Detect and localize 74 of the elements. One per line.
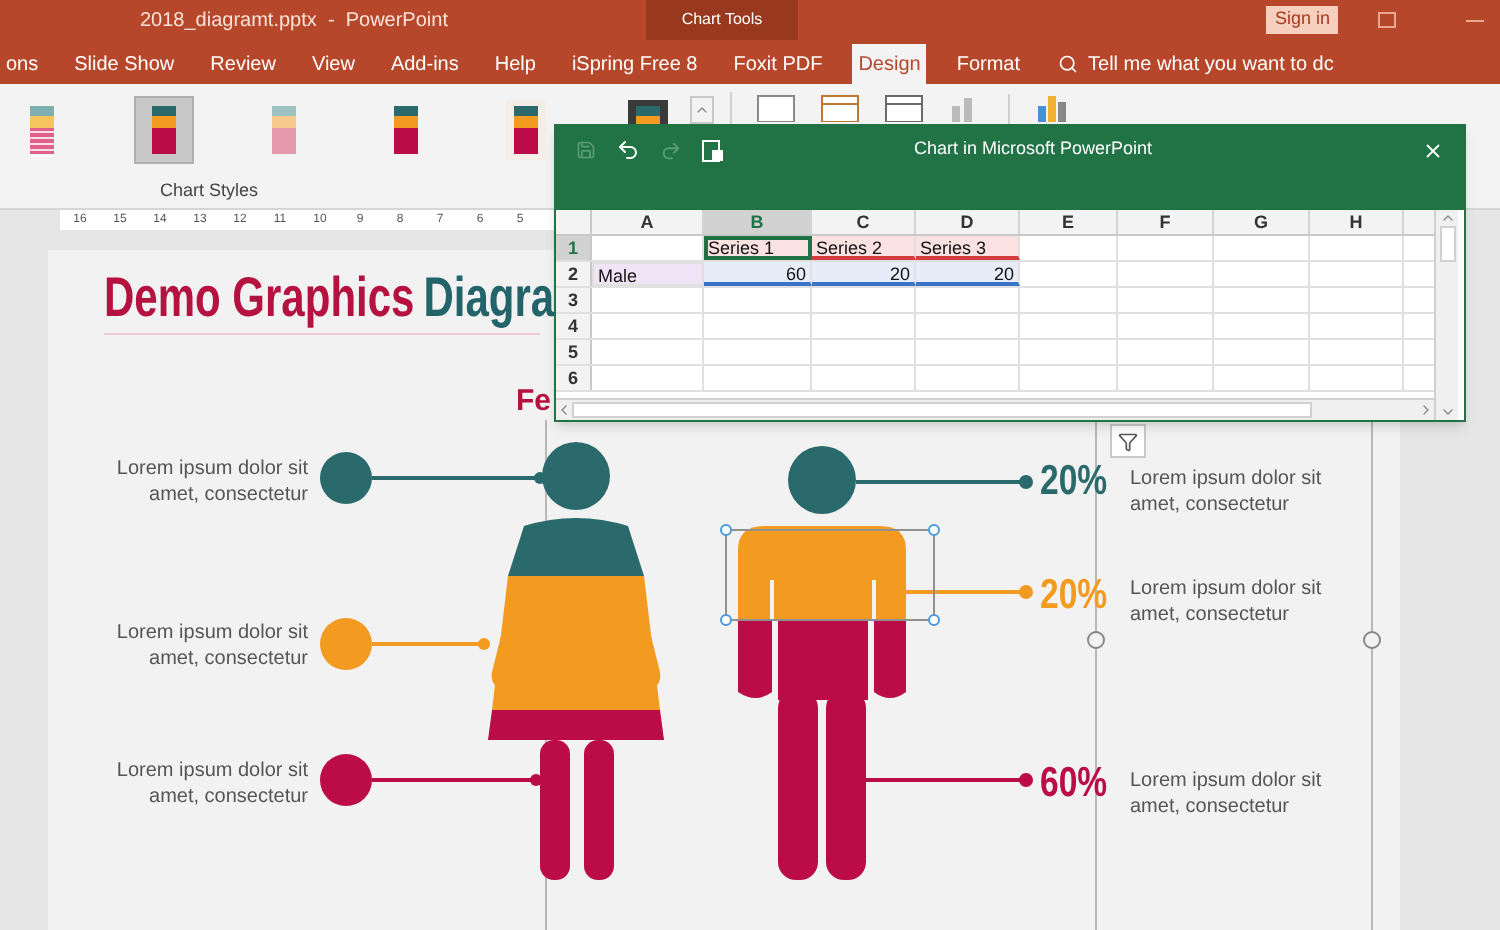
row-header[interactable]: 1 <box>556 236 592 260</box>
gallery-scroll-button[interactable] <box>690 96 714 124</box>
search-field[interactable]: Tell me what you want to dc <box>1058 44 1369 84</box>
description-text: Lorem ipsum dolor sit amet, consectetur <box>114 758 308 810</box>
chart-filter-button[interactable] <box>1110 424 1146 458</box>
column-header[interactable]: H <box>1310 210 1404 234</box>
edit-data-icon[interactable] <box>702 139 724 161</box>
description-text: Lorem ipsum dolor sit amet, consectetur <box>114 456 308 508</box>
ribbon-tab[interactable]: ons <box>0 44 45 84</box>
table-cell[interactable]: Series 1 <box>704 236 812 260</box>
ribbon-tab[interactable]: iSpring Free 8 <box>565 44 704 84</box>
column-header[interactable]: C <box>812 210 916 234</box>
table-cell[interactable]: 60 <box>704 262 812 286</box>
context-tab-header: Chart Tools <box>646 0 798 40</box>
row-header[interactable]: 3 <box>556 288 592 312</box>
row-header[interactable]: 4 <box>556 314 592 338</box>
selection-frame[interactable] <box>720 524 940 626</box>
ribbon-tab[interactable]: Add-ins <box>384 44 465 84</box>
column-header[interactable]: D <box>916 210 1020 234</box>
window-title: 2018_diagramt.pptx - PowerPoint <box>140 7 450 35</box>
close-icon[interactable] <box>1422 139 1444 161</box>
chart-subtitle: Fe <box>516 384 552 418</box>
description-text: Lorem ipsum dolor sit amet, consectetur <box>1130 466 1324 518</box>
scroll-left-icon[interactable] <box>556 402 572 418</box>
table-cell[interactable]: Series 2 <box>812 236 916 260</box>
ribbon-tab[interactable]: Slide Show <box>68 44 181 84</box>
table-cell[interactable]: 20 <box>812 262 916 286</box>
table-icon[interactable] <box>820 94 860 122</box>
row-header[interactable]: 2 <box>556 262 592 286</box>
group-label: Chart Styles <box>159 177 259 204</box>
column-header[interactable]: B <box>704 210 812 234</box>
percent-label: 20% <box>1040 458 1108 506</box>
scroll-up-icon[interactable] <box>1439 210 1455 226</box>
slide-title: Diagra <box>423 266 555 330</box>
percent-label: 20% <box>1040 572 1108 620</box>
redo-icon[interactable] <box>660 139 682 161</box>
table-cell[interactable]: Male <box>592 262 704 286</box>
filter-icon <box>1118 431 1138 451</box>
table-cell[interactable]: Series 3 <box>916 236 1020 260</box>
table-cell[interactable]: 20 <box>916 262 1020 286</box>
ribbon-tab[interactable]: Foxit PDF <box>727 44 829 84</box>
description-text: Lorem ipsum dolor sit amet, consectetur <box>1130 768 1324 820</box>
search-icon <box>1058 54 1079 74</box>
description-text: Lorem ipsum dolor sit amet, consectetur <box>1130 576 1324 628</box>
column-header[interactable]: E <box>1020 210 1118 234</box>
row-header[interactable]: 6 <box>556 366 592 390</box>
vertical-scrollbar-thumb[interactable] <box>1439 226 1455 262</box>
resize-handle[interactable] <box>1087 631 1105 649</box>
spreadsheet-window-title: Chart in Microsoft PowerPoint <box>911 136 1155 163</box>
bar-chart-icon[interactable] <box>1034 94 1070 122</box>
table-edit-icon[interactable] <box>884 94 924 122</box>
ribbon-tab[interactable]: Design <box>852 44 927 84</box>
column-header[interactable]: G <box>1214 210 1310 234</box>
ribbon-tab[interactable]: Help <box>488 44 542 84</box>
ribbon-tab[interactable]: Review <box>204 44 282 84</box>
horizontal-scrollbar-thumb[interactable] <box>572 402 1312 418</box>
connector-line <box>372 638 490 650</box>
resize-handle[interactable] <box>1363 631 1381 649</box>
minimize-icon[interactable] <box>1466 19 1484 21</box>
undo-icon[interactable] <box>616 138 640 162</box>
ribbon-tab[interactable]: View <box>305 44 361 84</box>
scroll-down-icon[interactable] <box>1439 404 1455 420</box>
save-icon[interactable] <box>576 140 596 160</box>
ribbon-tab[interactable]: Format <box>950 44 1027 84</box>
caret-icon <box>694 102 710 118</box>
row-header[interactable]: 5 <box>556 340 592 364</box>
column-header[interactable]: F <box>1118 210 1214 234</box>
description-text: Lorem ipsum dolor sit amet, consectetur <box>114 620 308 672</box>
slide-title: Demo Graphics <box>104 266 415 330</box>
percent-label: 60% <box>1040 760 1108 808</box>
scroll-right-icon[interactable] <box>1418 402 1434 418</box>
ribbon-display-icon[interactable] <box>1378 12 1396 28</box>
sign-in-button[interactable]: Sign in <box>1266 6 1338 34</box>
chart-style-thumbnail[interactable] <box>133 96 194 164</box>
